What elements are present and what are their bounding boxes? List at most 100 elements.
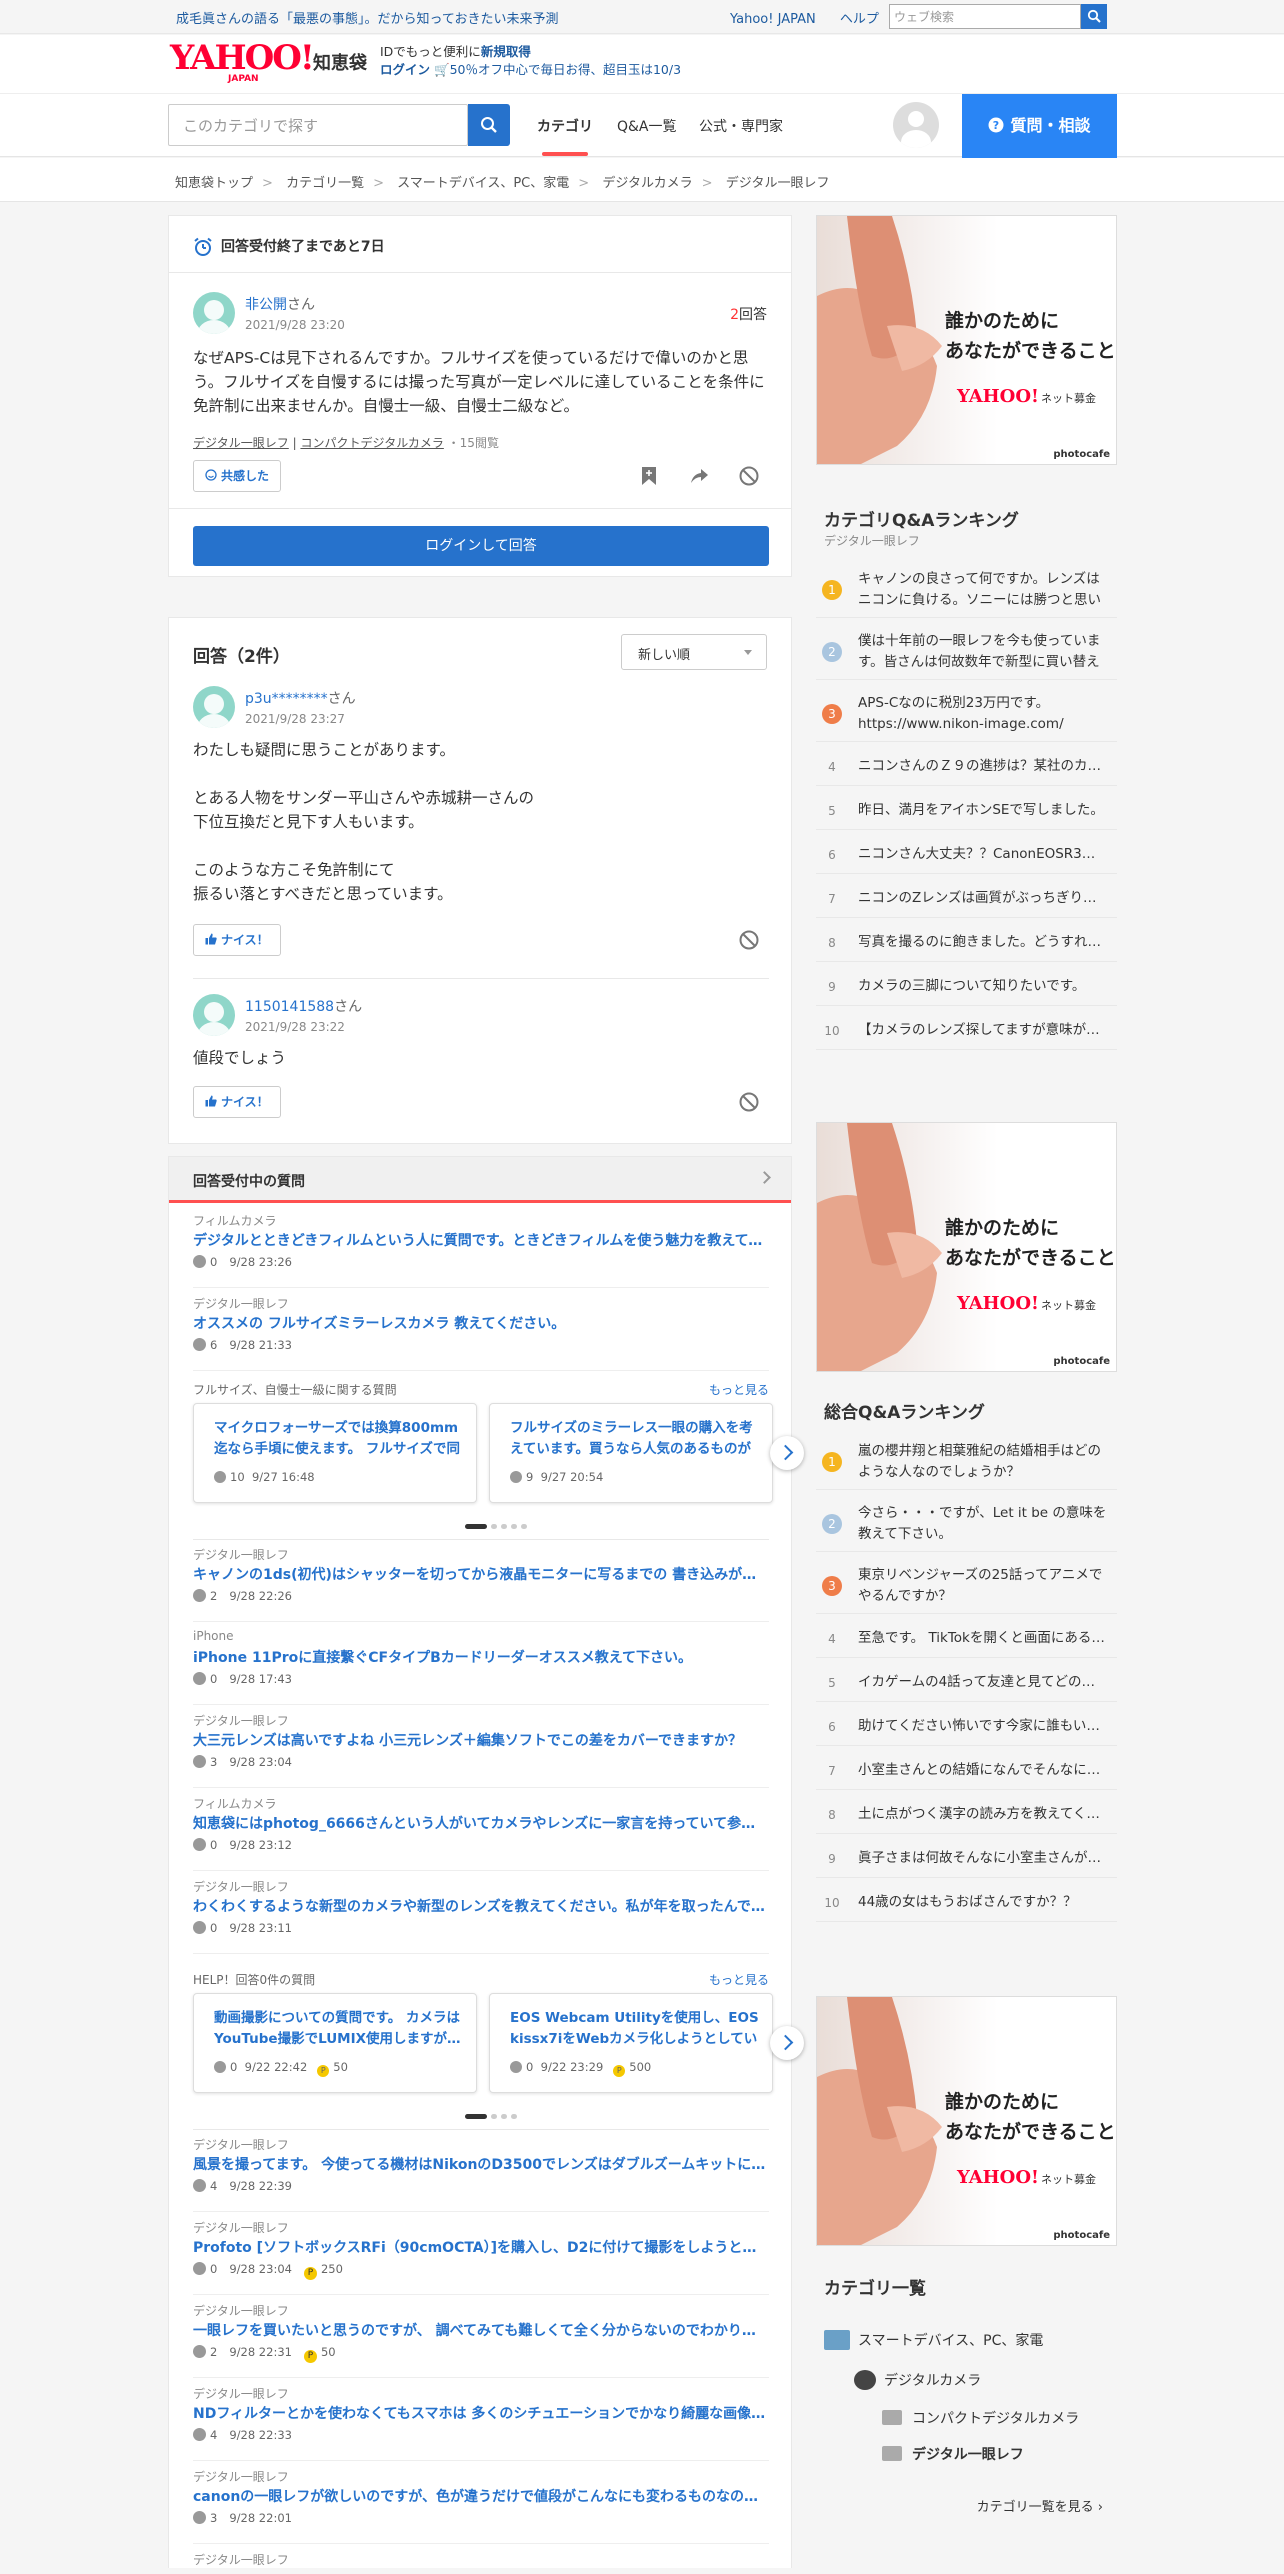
donation-ad-banner[interactable]: 誰かのために あなたができること YAHOO! ネット募金 photocafe [816,1996,1117,2246]
related-more-link[interactable]: もっと見る [709,1971,769,1988]
rank-title[interactable]: ニコンのZレンズは画質がぶっちぎりで良いと聞きます [858,888,1108,909]
category-row-digital-camera[interactable]: デジタルカメラ [854,2370,981,2390]
category-row-dslr[interactable]: デジタル一眼レフ [882,2444,1024,2464]
list-item[interactable]: デジタル一眼レフ Profoto [ソフトボックスRFi（90cmOCTA）]を… [193,2212,769,2295]
rank-title[interactable]: 嵐の櫻井翔と相葉雅紀の結婚相手はどのような人なのでしょうか？ [858,1441,1108,1483]
rank-title[interactable]: 写真を撮るのに飽きました。どうすればいいですか [858,932,1108,953]
item-title[interactable]: canonの一眼レフが欲しいのですが、色が違うだけで値段がこんなにも変わるものな… [193,2486,769,2506]
nice-button[interactable]: ナイス！ [193,1086,281,1118]
ranking-item[interactable]: 2 今さら・・・ですが、Let it be の意味を教えて下さい。 [816,1496,1117,1552]
ranking-item[interactable]: 5 イカゲームの4話って友達と見てどのくらい [816,1664,1117,1702]
rank-title[interactable]: 東京リベンジャーズの25話ってアニメでやるんですか？ [858,1565,1108,1607]
item-title[interactable]: Profoto [ソフトボックスRFi（90cmOCTA）]を購入し、D2に付け… [193,2237,769,2257]
web-search-button[interactable] [1081,4,1107,29]
list-item[interactable]: デジタル一眼レフ 一眼レフを買いたいと思うのですが、 調べてみても難しくて全く分… [193,2295,769,2378]
category-row-smart-devices[interactable]: スマートデバイス、PC、家電 [824,2330,1043,2350]
category-row-compact-camera[interactable]: コンパクトデジタルカメラ [882,2408,1079,2428]
list-item[interactable]: デジタル一眼レフ [193,2544,769,2574]
rank-title[interactable]: 小室圭さんとの結婚になんでそんなに反対なの [858,1760,1108,1781]
related-card[interactable]: フルサイズのミラーレス一眼の購入を考えています。買うなら人気のあるものがいいです… [489,1403,773,1503]
answer-user[interactable]: p3u********さん [245,688,356,708]
list-item[interactable]: デジタル一眼レフ キャノンの1ds(初代)はシャッターを切ってから液晶モニターに… [193,1539,769,1622]
list-item[interactable]: デジタル一眼レフ 風景を撮ってます。 今使ってる機材はNikonのD3500でレ… [193,2129,769,2212]
breadcrumb-item-category-list[interactable]: カテゴリ一覧 [286,176,364,191]
rank-title[interactable]: 土に点がつく漢字の読み方を教えてください [858,1804,1108,1825]
item-title[interactable]: iPhone 11Proに直接繋ぐCFタイプBカードリーダーオススメ教えて下さい… [193,1647,769,1667]
rank-title[interactable]: ニコンさんのＺ９の進捗は？某社のカメラ [858,756,1108,777]
avatar[interactable] [893,102,939,148]
rank-title[interactable]: 昨日、満月をアイホンSEで写しました。 [858,800,1108,821]
breadcrumb-item-smart-devices[interactable]: スマートデバイス、PC、家電 [397,176,569,191]
block-icon[interactable] [738,465,760,487]
ranking-item[interactable]: 9 眞子さまは何故そんなに小室圭さんが好きなの [816,1840,1117,1878]
ask-question-button[interactable]: ? 質問・相談 [962,94,1117,158]
rank-title[interactable]: 至急です。 TikTokを開くと画面にあるアイコン [858,1628,1108,1649]
list-item[interactable]: デジタル一眼レフ わくわくするような新型のカメラや新型のレンズを教えてください。… [193,1871,769,1954]
carousel-next-button[interactable] [770,2026,804,2060]
category-search-button[interactable] [468,104,510,146]
help-link[interactable]: ヘルプ [840,12,879,27]
rank-title[interactable]: 【カメラのレンズ探してますが意味がわかりません】 [858,1020,1108,1041]
ranking-item[interactable]: 6 助けてください怖いです今家に誰もいません [816,1708,1117,1746]
item-title[interactable]: デジタルとときどきフィルムという人に質問です。ときどきフィルムを使う魅力を教えて… [193,1230,769,1250]
tab-qa-list[interactable]: Q&A一覧 [617,116,677,136]
bookmark-icon[interactable] [638,465,660,487]
item-title[interactable]: オススメの フルサイズミラーレスカメラ 教えてください。 [193,1313,769,1333]
carousel-next-button[interactable] [770,1436,804,1470]
item-title[interactable]: 知恵袋にはphotog_6666さんという人がいてカメラやレンズに一家言を持って… [193,1813,769,1833]
share-icon[interactable] [688,465,710,487]
list-item[interactable]: デジタル一眼レフ NDフィルターとかを使わなくてもスマホは 多くのシチュエーショ… [193,2378,769,2461]
donation-ad-banner[interactable]: 誰かのために あなたができること YAHOO! ネット募金 photocafe [816,1122,1117,1372]
related-card[interactable]: 動画撮影についての質問です。 カメラはYouTube撮影でLUMIX使用しますが… [193,1993,477,2093]
item-title[interactable]: わくわくするような新型のカメラや新型のレンズを教えてください。私が年を取ったんで… [193,1896,769,1916]
empathy-button[interactable]: 共感した [193,460,282,492]
related-card[interactable]: EOS Webcam Utilityを使用し、EOS kissx7iをWebカメ… [489,1993,773,2093]
item-title[interactable]: 風景を撮ってます。 今使ってる機材はNikonのD3500でレンズはダブルズーム… [193,2154,769,2174]
item-title[interactable]: NDフィルターとかを使わなくてもスマホは 多くのシチュエーションでかなり綺麗な画… [193,2403,769,2423]
rank-title[interactable]: イカゲームの4話って友達と見てどのくらい [858,1672,1108,1693]
item-title[interactable]: キャノンの1ds(初代)はシャッターを切ってから液晶モニターに写るまでの 書き込… [193,1564,769,1584]
ranking-item[interactable]: 9 カメラの三脚について知りたいです。 [816,968,1117,1006]
ranking-item[interactable]: 6 ニコンさん大丈夫？？CanonEOSR3が発表されましたが [816,836,1117,874]
web-search-input[interactable]: ウェブ検索 [889,4,1081,29]
promo-link[interactable]: 成毛眞さんの語る「最悪の事態」。だから知っておきたい未来予測 [176,8,558,27]
ranking-item[interactable]: 3 APS-Cなのに税別23万円です。 https://www.nikon-ima… [816,686,1117,742]
list-item[interactable]: デジタル一眼レフ 大三元レンズは高いですよね 小三元レンズ＋編集ソフトでこの差を… [193,1705,769,1788]
rank-title[interactable]: カメラの三脚について知りたいです。 [858,976,1108,997]
tag-dslr[interactable]: デジタル一眼レフ [193,436,289,450]
breadcrumb-item-dslr[interactable]: デジタル一眼レフ [726,176,830,191]
ranking-item[interactable]: 7 小室圭さんとの結婚になんでそんなに反対なの [816,1752,1117,1790]
list-item[interactable]: デジタル一眼レフ canonの一眼レフが欲しいのですが、色が違うだけで値段がこん… [193,2461,769,2544]
rank-title[interactable]: 僕は十年前の一眼レフを今も使っています。皆さんは何故数年で新型に買い替えるんです… [858,631,1108,673]
login-to-answer-button[interactable]: ログインして回答 [193,526,769,566]
rank-title[interactable]: 眞子さまは何故そんなに小室圭さんが好きなの [858,1848,1108,1869]
category-list-more-link[interactable]: カテゴリ一覧を見る › [977,2496,1103,2515]
ranking-item[interactable]: 1 キャノンの良さって何ですか。レンズはニコンに負ける。ソニーには勝つと思いますか… [816,562,1117,618]
ranking-item[interactable]: 2 僕は十年前の一眼レフを今も使っています。皆さんは何故数年で新型に買い替えるんで… [816,624,1117,680]
nice-button[interactable]: ナイス！ [193,924,281,956]
breadcrumb-item-top[interactable]: 知恵袋トップ [175,176,253,191]
list-item[interactable]: iPhone iPhone 11Proに直接繋ぐCFタイプBカードリーダーオスス… [193,1622,769,1705]
rank-title[interactable]: 助けてください怖いです今家に誰もいません [858,1716,1108,1737]
ranking-item[interactable]: 8 写真を撮るのに飽きました。どうすればいいですか [816,924,1117,962]
donation-ad-banner[interactable]: 誰かのために あなたができること YAHOO! ネット募金 photocafe [816,215,1117,465]
open-questions-header[interactable]: 回答受付中の質問 [169,1157,791,1203]
category-search-input[interactable]: このカテゴリで探す [168,104,468,146]
list-item[interactable]: フィルムカメラ デジタルとときどきフィルムという人に質問です。ときどきフィルムを… [193,1205,769,1288]
related-more-link[interactable]: もっと見る [709,1381,769,1398]
item-title[interactable]: 一眼レフを買いたいと思うのですが、 調べてみても難しくて全く分からないのでわかり… [193,2320,769,2340]
list-item[interactable]: デジタル一眼レフ オススメの フルサイズミラーレスカメラ 教えてください。 69… [193,1288,769,1371]
yahoo-chiebukuro-logo[interactable]: YAHOO! JAPAN 知恵袋 [170,41,367,85]
ranking-item[interactable]: 7 ニコンのZレンズは画質がぶっちぎりで良いと聞きます [816,880,1117,918]
block-icon[interactable] [738,929,760,951]
ranking-item[interactable]: 5 昨日、満月をアイホンSEで写しました。 [816,792,1117,830]
block-icon[interactable] [738,1091,760,1113]
ranking-item[interactable]: 10 【カメラのレンズ探してますが意味がわかりません】 [816,1012,1117,1050]
rank-title[interactable]: 44歳の女はもうおばさんですか？？ [858,1892,1108,1913]
tag-compact-camera[interactable]: コンパクトデジタルカメラ [300,436,443,450]
ranking-item[interactable]: 10 44歳の女はもうおばさんですか？？ [816,1884,1117,1922]
rank-title[interactable]: ニコンさん大丈夫？？CanonEOSR3が発表されましたが [858,844,1108,865]
tab-category[interactable]: カテゴリ [537,116,593,136]
sort-select[interactable]: 新しい順 [621,634,767,670]
rank-title[interactable]: 今さら・・・ですが、Let it be の意味を教えて下さい。 [858,1503,1108,1545]
